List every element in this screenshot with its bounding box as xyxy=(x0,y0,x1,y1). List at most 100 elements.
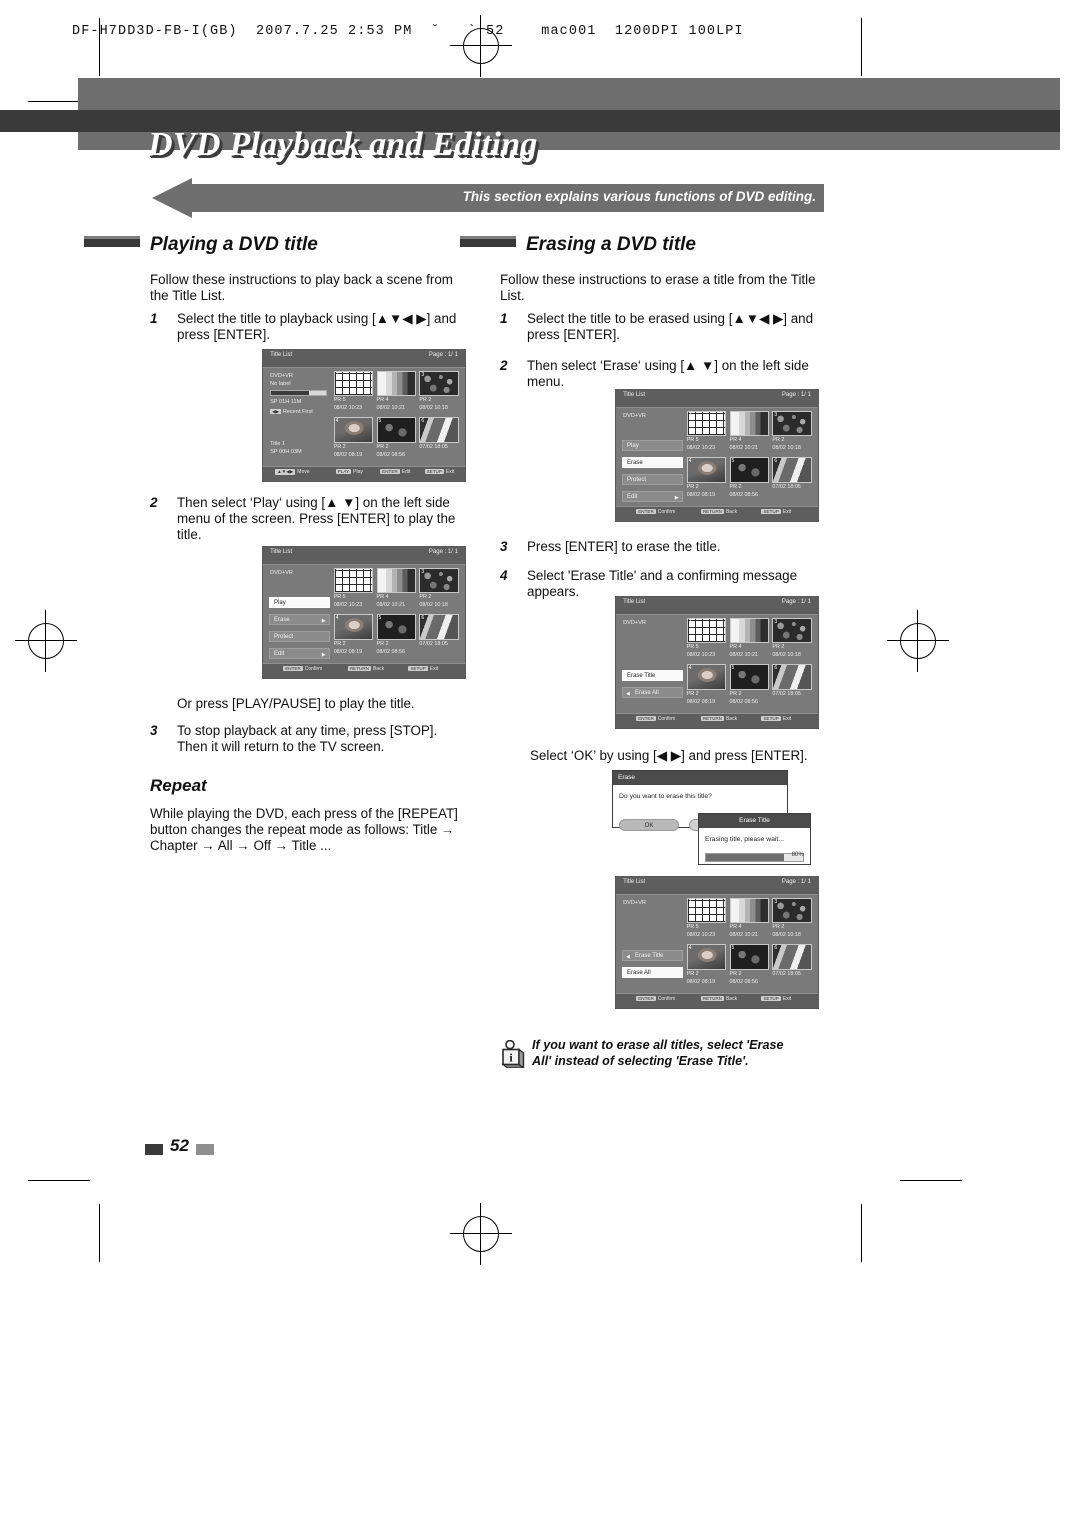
progress-percent: 80% xyxy=(791,851,804,858)
tv3-thumb-ts-4: 08/02 08:19 xyxy=(686,491,716,498)
tv1-thumb-cell-2[interactable]: 2 PR 4 08/02 10:21 xyxy=(376,370,416,412)
right-step-4-number: 4 xyxy=(500,568,508,583)
tv4-menu-item-erase-title[interactable]: Erase Title xyxy=(622,670,683,682)
tv1-info-panel: DVD+VR No label 18% SP 01H 11M ◀▶ Recent… xyxy=(270,372,344,456)
tv3-menu-item-erase[interactable]: Erase xyxy=(622,456,683,468)
tv2-thumb-art-1: 1 xyxy=(333,567,374,594)
tv1-speed: SP 01H 11M xyxy=(270,399,302,406)
repeat-text: While playing the DVD, each press of the… xyxy=(150,806,458,854)
tv2-thumb-cell-3[interactable]: 3 PR 2 08/02 10:18 xyxy=(419,567,459,609)
tv5-thumb-pr-5: PR 2 xyxy=(729,970,742,977)
tv3-thumb-cell-2[interactable]: 2 PR 4 08/02 10:21 xyxy=(729,410,769,452)
tv2-thumb-cell-6[interactable]: 6 07/02 18:05 xyxy=(419,614,459,655)
tv5-thumb-cell-1[interactable]: 1 PR 5 08/02 10:23 xyxy=(686,897,727,939)
tv4-thumb-cell-4[interactable]: 4 PR 2 08/02 08:19 xyxy=(686,664,727,705)
tv1-thumb-art-4: 4 xyxy=(333,417,374,443)
tv3-thumb-cell-1[interactable]: 1 PR 5 08/02 10:23 xyxy=(686,410,727,452)
tv2-menu-item-protect[interactable]: Protect xyxy=(269,630,330,642)
tv4-thumb-art-1: 1 xyxy=(686,617,727,644)
tv3-thumb-cell-5[interactable]: 5 PR 2 08/02 08:56 xyxy=(729,457,769,498)
tv5-thumbnail-grid: 1 PR 5 08/02 10:23 2 PR 4 08/02 10:21 3 … xyxy=(686,897,812,991)
tv4-thumb-cell-1[interactable]: 1 PR 5 08/02 10:23 xyxy=(686,617,727,659)
tv5-thumb-cell-5[interactable]: 5 PR 2 08/02 08:56 xyxy=(729,944,769,985)
dialog-progress-message: Erasing title, please wait... xyxy=(705,836,784,843)
chevron-right-icon: ▶ xyxy=(321,617,326,624)
print-header-text: DF-H7DD3D-FB-I(GB) 2007.7.25 2:53 PM ˘ `… xyxy=(72,24,744,39)
tv5-menu-item-erase-all[interactable]: Erase All xyxy=(622,967,683,979)
heading-bar-icon xyxy=(460,236,516,247)
ok-button[interactable]: OK xyxy=(619,819,679,831)
right-step-2: 2 Then select ‘Erase‘ using [▲ ▼] on the… xyxy=(500,358,820,390)
tv2-thumb-art-2: 2 xyxy=(376,567,416,594)
tv4-thumbnail-grid: 1 PR 5 08/02 10:23 2 PR 4 08/02 10:21 3 … xyxy=(686,617,812,711)
tv3-thumb-ts-5: 08/02 08:56 xyxy=(729,491,758,498)
tv2-disc-type: DVD+VR xyxy=(270,570,293,577)
tv3-thumb-cell-3[interactable]: 3 PR 2 08/02 10:18 xyxy=(772,410,812,452)
tv2-thumb-cell-2[interactable]: 2 PR 4 08/02 10:21 xyxy=(376,567,416,609)
tv5-menu-item-erase-title[interactable]: ◀ Erase Title xyxy=(622,950,683,962)
tv2-thumb-ts-6: 07/02 18:05 xyxy=(419,640,448,647)
tv1-no-label: No label xyxy=(270,381,291,388)
tv1-thumb-cell-4[interactable]: 4 PR 2 08/02 08:19 xyxy=(333,417,374,458)
tv5-key-exit: SETUP Exit xyxy=(761,996,792,1003)
banner-arrow-icon xyxy=(152,178,192,218)
tv2-key-back: RETURN Back xyxy=(347,666,385,673)
left-step-2-text: Then select ‘Play‘ using [▲ ▼] on the le… xyxy=(177,495,456,543)
tv5-thumb-cell-3[interactable]: 3 PR 2 08/02 10:18 xyxy=(772,897,812,939)
tv1-thumb-index-3: 3 xyxy=(421,371,425,378)
section-heading-erasing-label: Erasing a DVD title xyxy=(526,234,696,255)
tv4-thumb-cell-5[interactable]: 5 PR 2 08/02 08:56 xyxy=(729,664,769,705)
tv3-menu-item-edit[interactable]: Edit ▶ xyxy=(622,490,683,502)
tv1-thumb-cell-6[interactable]: 6 07/02 18:05 xyxy=(419,417,459,458)
tv3-thumb-pr-2: PR 4 xyxy=(729,437,742,444)
tv4-thumb-cell-3[interactable]: 3 PR 2 08/02 10:18 xyxy=(772,617,812,659)
tv1-thumb-pr-2: PR 4 xyxy=(376,397,389,404)
tv3-thumb-cell-4[interactable]: 4 PR 2 08/02 08:19 xyxy=(686,457,727,498)
tv2-thumb-cell-4[interactable]: 4 PR 2 08/02 08:19 xyxy=(333,614,374,655)
tv5-thumb-cell-2[interactable]: 2 PR 4 08/02 10:21 xyxy=(729,897,769,939)
tv2-menu-item-play[interactable]: Play xyxy=(269,596,330,608)
section-heading-playing-label: Playing a DVD title xyxy=(150,234,318,255)
tv2-thumb-cell-1[interactable]: 1 PR 5 08/02 10:23 xyxy=(333,567,374,609)
tv3-thumb-cell-6[interactable]: 6 07/02 18:05 xyxy=(772,457,812,498)
right-step-3: 3 Press [ENTER] to erase the title. xyxy=(500,539,820,555)
tv2-thumb-cell-5[interactable]: 5 PR 2 08/02 08:56 xyxy=(376,614,416,655)
tv1-thumb-cell-5[interactable]: 5 PR 2 08/02 08:56 xyxy=(376,417,416,458)
tv1-thumb-pr-3: PR 2 xyxy=(419,397,432,404)
tv1-thumb-cell-1[interactable]: 1 PR 5 08/02 10:23 xyxy=(333,370,374,412)
tv1-thumbnail-grid: 1 PR 5 08/02 10:23 2 PR 4 08/02 10:21 3 … xyxy=(333,370,459,464)
tv5-thumb-cell-4[interactable]: 4 PR 2 08/02 08:19 xyxy=(686,944,727,985)
tv4-thumb-ts-1: 08/02 10:23 xyxy=(686,652,716,659)
crop-mark-bottom-left-v xyxy=(99,1204,100,1262)
tv5-thumb-art-6: 6 xyxy=(772,944,812,970)
tv1-thumb-ts-2: 08/02 10:21 xyxy=(376,405,405,412)
tv2-menu-item-erase[interactable]: Erase ▶ xyxy=(269,613,330,625)
tv3-title-list-label: Title List xyxy=(623,392,646,399)
info-icon-svg: i xyxy=(501,1039,526,1070)
tv2-menu-item-edit[interactable]: Edit ▶ xyxy=(269,647,330,659)
page-dash-left xyxy=(145,1144,163,1155)
tv4-title-list-label: Title List xyxy=(623,599,646,606)
tv3-thumb-ts-2: 08/02 10:21 xyxy=(729,445,758,452)
tv3-thumb-ts-1: 08/02 10:23 xyxy=(686,445,716,452)
tv1-sort-label: Recent First xyxy=(282,409,313,416)
tv2-thumb-art-3: 3 xyxy=(419,567,459,594)
tv4-menu-item-erase-all[interactable]: ◀ Erase All xyxy=(622,687,683,699)
tv1-key-move: ▲▼◀▶ Move xyxy=(275,469,310,476)
tv1-sort-row: ◀▶ Recent First xyxy=(270,408,327,416)
tv1-thumb-ts-6: 07/02 18:05 xyxy=(419,443,448,450)
tv5-thumb-cell-6[interactable]: 6 07/02 18:05 xyxy=(772,944,812,985)
tv3-menu-item-play[interactable]: Play xyxy=(622,439,683,451)
tv2-page-label: Page : 1/ 1 xyxy=(428,549,458,556)
tv3-thumb-ts-3: 08/02 10:18 xyxy=(772,445,801,452)
tv5-thumb-pr-4: PR 2 xyxy=(686,970,699,977)
tv4-thumb-cell-6[interactable]: 6 07/02 18:05 xyxy=(772,664,812,705)
page-number: 52 xyxy=(170,1136,189,1155)
tv3-menu: Play Erase Protect Edit ▶ xyxy=(622,439,683,508)
tv1-thumb-art-6: 6 xyxy=(419,417,459,443)
dialog-progress-title: Erase Title xyxy=(699,814,810,828)
tv3-menu-item-protect[interactable]: Protect xyxy=(622,473,683,485)
tv4-thumb-cell-2[interactable]: 2 PR 4 08/02 10:21 xyxy=(729,617,769,659)
tv1-thumb-art-3: 3 xyxy=(419,370,459,397)
tv1-thumb-cell-3[interactable]: 3 PR 2 08/02 10:18 xyxy=(419,370,459,412)
